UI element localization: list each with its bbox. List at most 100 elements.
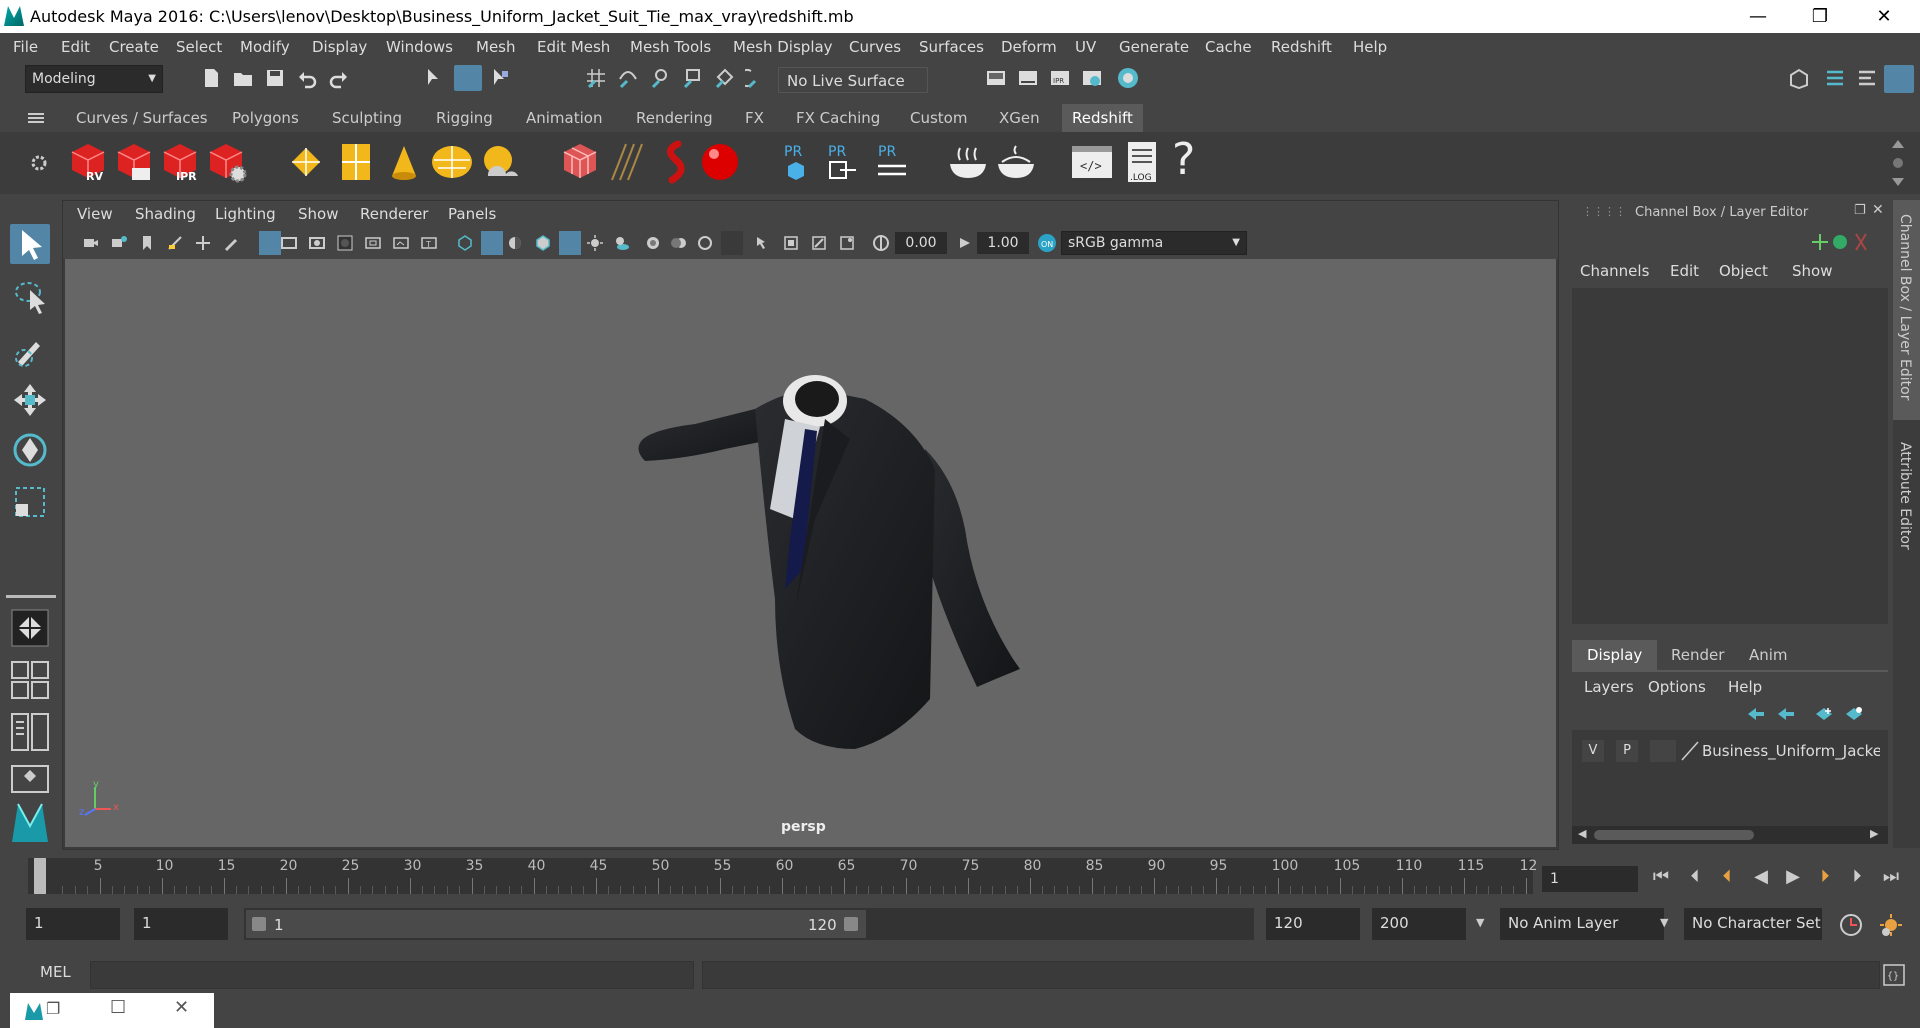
script-editor-button-icon[interactable]: {}: [1882, 963, 1906, 987]
tab-polygons[interactable]: Polygons: [224, 104, 307, 132]
xray-components-icon[interactable]: [839, 235, 855, 251]
playback-end-field[interactable]: 120: [1266, 908, 1360, 940]
tab-fx[interactable]: FX: [737, 104, 772, 132]
float-panel-icon[interactable]: ❐: [1854, 203, 1866, 218]
menu-create[interactable]: Create: [109, 38, 159, 56]
area-light-icon[interactable]: [334, 140, 378, 184]
pr-sync-icon[interactable]: PR: [870, 140, 914, 184]
menu-edit[interactable]: Edit: [61, 38, 90, 56]
script-editor-icon[interactable]: </>: [1070, 140, 1114, 184]
wireframe-on-shaded-icon[interactable]: [535, 235, 551, 251]
gamma-icon[interactable]: [957, 235, 973, 251]
camera-icon[interactable]: [83, 235, 99, 251]
make-live-icon[interactable]: [745, 67, 767, 89]
live-surface-field[interactable]: No Live Surface: [778, 67, 928, 93]
tab-xgen[interactable]: XGen: [991, 104, 1048, 132]
show-menu[interactable]: Show: [1792, 262, 1832, 280]
close-button[interactable]: ✕: [1858, 0, 1910, 33]
redshift-render-settings-icon[interactable]: [204, 140, 248, 184]
range-slider-bar[interactable]: 1 120: [246, 910, 866, 938]
side-tab-channel-box[interactable]: Channel Box / Layer Editor: [1893, 200, 1920, 420]
maximize-icon[interactable]: ☐: [110, 997, 126, 1018]
graph-layout-icon[interactable]: [10, 764, 50, 794]
tab-anim[interactable]: Anim: [1734, 640, 1803, 670]
scale-tool-icon[interactable]: [10, 482, 50, 522]
camera-attributes-icon[interactable]: [111, 235, 127, 251]
ipr-render-icon[interactable]: IPR: [1049, 67, 1071, 89]
bake-settings-icon[interactable]: [994, 140, 1038, 184]
bake-textures-icon[interactable]: [946, 140, 990, 184]
render-log-icon[interactable]: .LOG: [1120, 140, 1164, 184]
menu-mesh[interactable]: Mesh: [476, 38, 516, 56]
resolution-gate-icon[interactable]: [309, 235, 325, 251]
viewport-menu-lighting[interactable]: Lighting: [215, 205, 276, 223]
motion-blur-icon[interactable]: [671, 235, 687, 251]
tab-redshift[interactable]: Redshift: [1062, 104, 1143, 132]
xray-joints-icon[interactable]: [811, 235, 827, 251]
safe-action-icon[interactable]: [393, 235, 409, 251]
play-forwards-icon[interactable]: ▶: [1782, 866, 1804, 888]
shelf-menu-icon[interactable]: [28, 112, 44, 124]
dome-light-icon[interactable]: [430, 140, 474, 184]
tool-settings-toggle-icon[interactable]: [1856, 67, 1878, 89]
save-scene-icon[interactable]: [264, 67, 286, 89]
step-forward-key-icon[interactable]: ⏵: [1814, 866, 1836, 888]
shelf-scroll-icon[interactable]: [1890, 138, 1906, 188]
new-scene-icon[interactable]: [200, 67, 222, 89]
chevron-down-icon[interactable]: ▼: [1476, 916, 1484, 929]
xray-icon[interactable]: [783, 235, 799, 251]
current-frame-field[interactable]: 1: [1542, 866, 1638, 892]
layer-display-type-toggle[interactable]: [1650, 740, 1676, 762]
menu-redshift[interactable]: Redshift: [1271, 38, 1332, 56]
edit-menu[interactable]: Edit: [1670, 262, 1699, 280]
anim-layer-dropdown[interactable]: No Anim Layer: [1500, 908, 1664, 940]
grease-pencil-icon[interactable]: [223, 235, 239, 251]
animation-end-field[interactable]: 200: [1372, 908, 1466, 940]
menu-generate[interactable]: Generate: [1119, 38, 1189, 56]
hair-strands-icon[interactable]: [604, 140, 648, 184]
render-frame-icon[interactable]: [1017, 67, 1039, 89]
menu-mesh-tools[interactable]: Mesh Tools: [630, 38, 711, 56]
modeling-toolkit-icon[interactable]: [1788, 67, 1810, 89]
four-view-layout-icon[interactable]: [10, 660, 50, 700]
channel-box-toggle-button[interactable]: [1884, 65, 1914, 93]
use-default-material-icon[interactable]: [507, 235, 523, 251]
smooth-shade-button[interactable]: [481, 231, 503, 255]
chevron-down-icon[interactable]: ▼: [1660, 916, 1668, 929]
gate-mask-icon[interactable]: [337, 235, 353, 251]
menu-display[interactable]: Display: [312, 38, 367, 56]
auto-key-icon[interactable]: [1838, 912, 1864, 938]
tab-rigging[interactable]: Rigging: [428, 104, 501, 132]
isolate-select-icon[interactable]: [755, 235, 771, 251]
layer-visibility-toggle[interactable]: V: [1582, 740, 1604, 762]
range-end-handle[interactable]: [844, 917, 858, 931]
paint-select-tool-icon[interactable]: [10, 328, 50, 368]
mode-dropdown[interactable]: Modeling ▼: [25, 65, 163, 93]
scroll-left-icon[interactable]: ◀: [1578, 827, 1586, 840]
anti-aliasing-icon[interactable]: [697, 235, 713, 251]
step-back-frame-icon[interactable]: ⏴: [1684, 866, 1706, 888]
textured-button[interactable]: [559, 231, 581, 255]
layers-help-menu[interactable]: Help: [1728, 678, 1762, 696]
color-management-toggle-icon[interactable]: ON: [1037, 233, 1057, 253]
rectangle-light-icon[interactable]: [284, 140, 328, 184]
safe-title-icon[interactable]: T: [421, 235, 437, 251]
tab-sculpting[interactable]: Sculpting: [324, 104, 410, 132]
tab-custom[interactable]: Custom: [902, 104, 975, 132]
use-all-lights-icon[interactable]: [587, 235, 603, 251]
film-gate-icon[interactable]: [281, 235, 297, 251]
redshift-render-view-icon[interactable]: RV: [66, 140, 110, 184]
viewport-menu-show[interactable]: Show: [298, 205, 338, 223]
time-slider[interactable]: 1 5 10 15 20 25 30 35 40 45 50 55 60 65 70 75 80 85 90 95 10…: [28, 858, 1537, 894]
tab-curves-surfaces[interactable]: Curves / Surfaces: [68, 104, 216, 132]
menu-mesh-display[interactable]: Mesh Display: [733, 38, 833, 56]
depth-of-field-button[interactable]: [721, 231, 743, 255]
menu-surfaces[interactable]: Surfaces: [919, 38, 984, 56]
new-layer-selected-icon[interactable]: [1844, 706, 1864, 722]
drag-handle-icon[interactable]: ⋮⋮⋮⋮: [1582, 205, 1626, 218]
menu-help[interactable]: Help: [1353, 38, 1387, 56]
layer-playback-toggle[interactable]: P: [1616, 740, 1638, 762]
tab-rendering[interactable]: Rendering: [628, 104, 721, 132]
sphere-object-icon[interactable]: [698, 140, 742, 184]
menu-curves[interactable]: Curves: [849, 38, 901, 56]
